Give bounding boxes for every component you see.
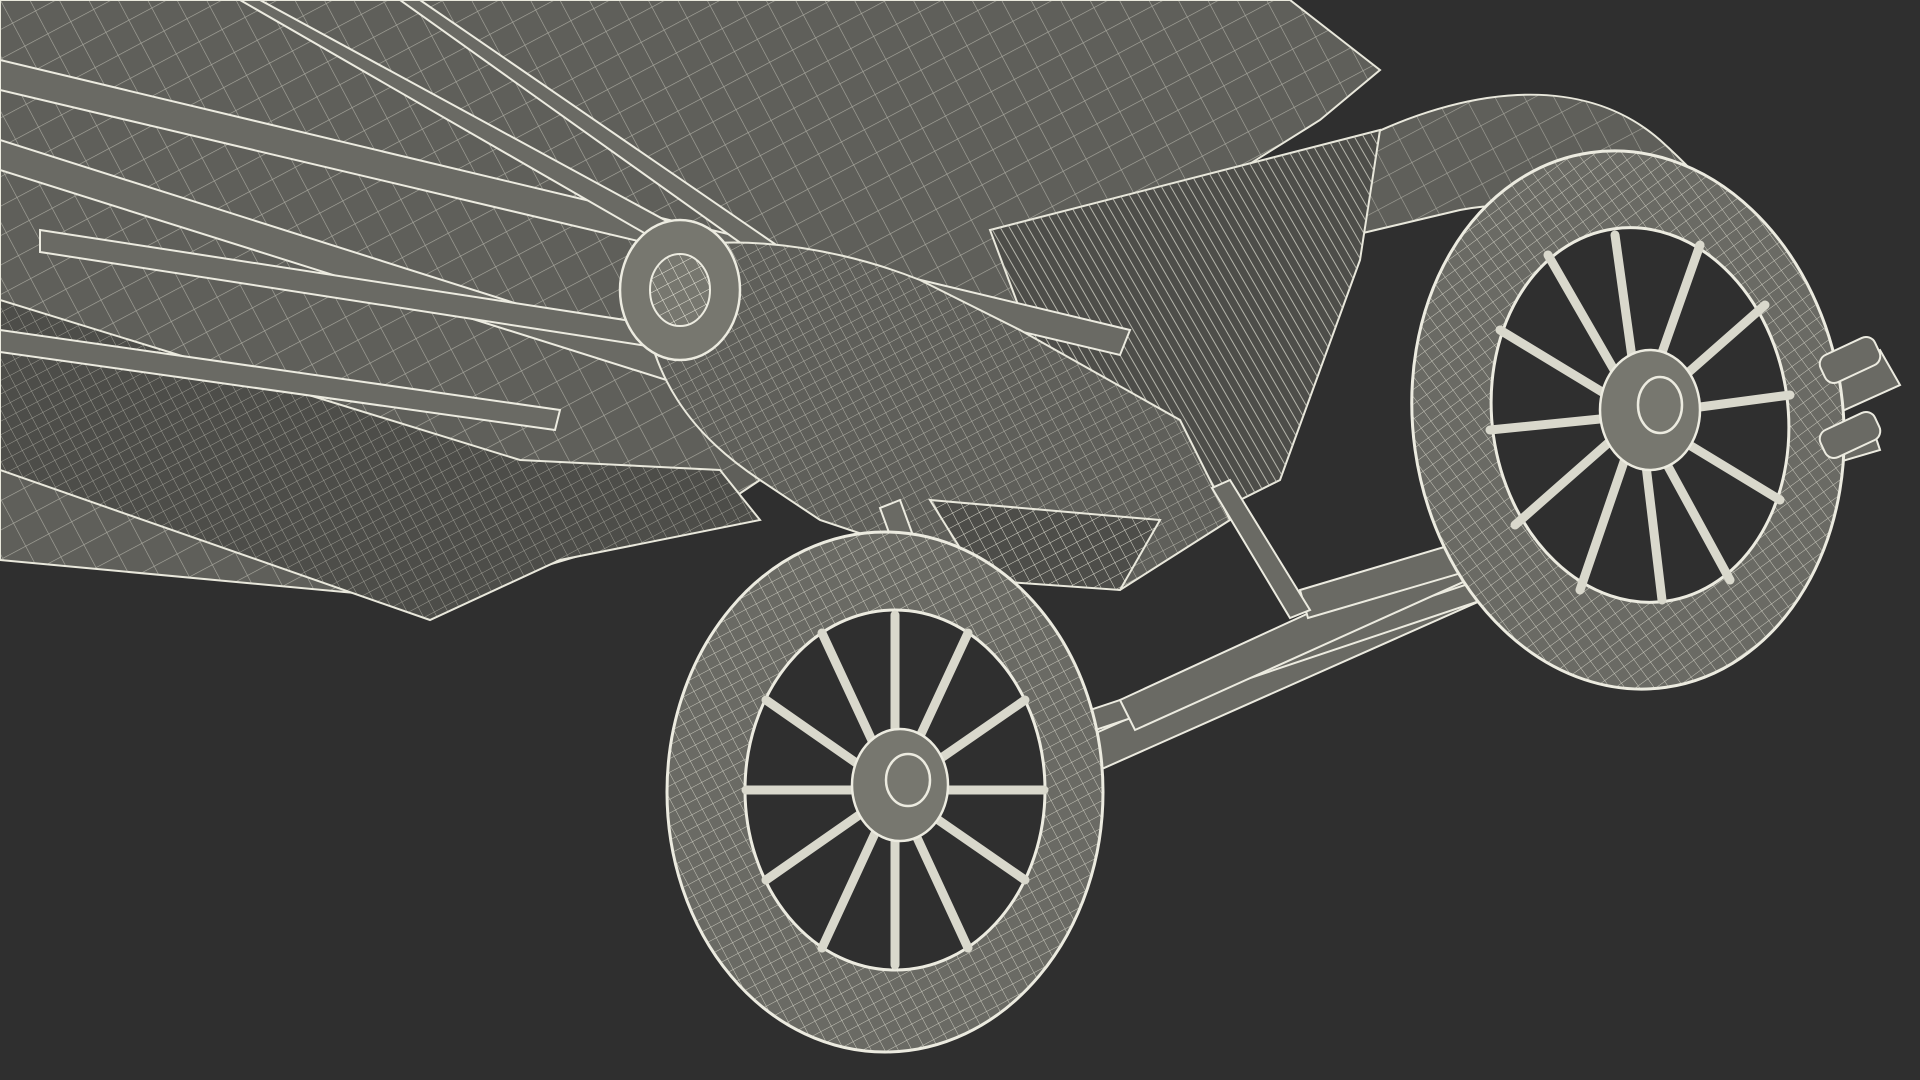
wireframe-render (0, 0, 1902, 1054)
render-viewport (0, 0, 1920, 1080)
front-left-wheel (665, 530, 1105, 1054)
